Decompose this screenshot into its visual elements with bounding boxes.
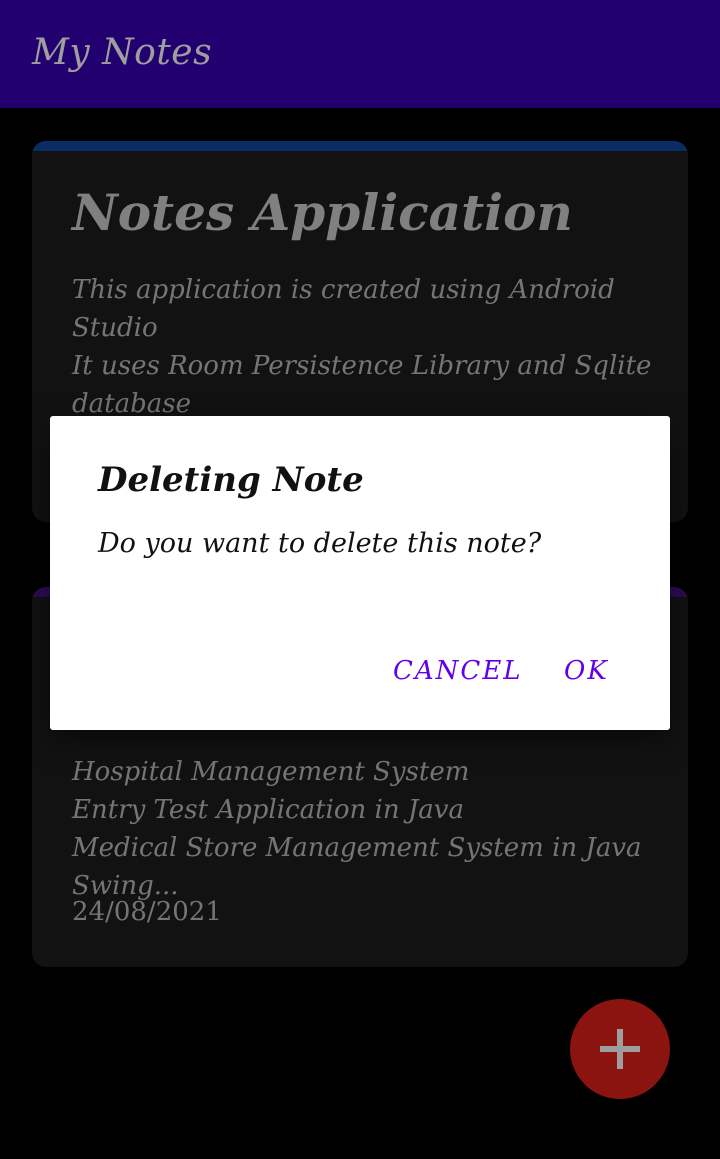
dialog-message: Do you want to delete this note?	[98, 528, 542, 559]
cancel-button[interactable]: CANCEL	[393, 656, 523, 686]
dialog-title: Deleting Note	[98, 460, 364, 500]
notes-screen: My Notes Notes Application This applicat…	[0, 0, 720, 1159]
delete-note-dialog: Deleting Note Do you want to delete this…	[50, 416, 670, 730]
ok-button[interactable]: OK	[564, 656, 609, 686]
